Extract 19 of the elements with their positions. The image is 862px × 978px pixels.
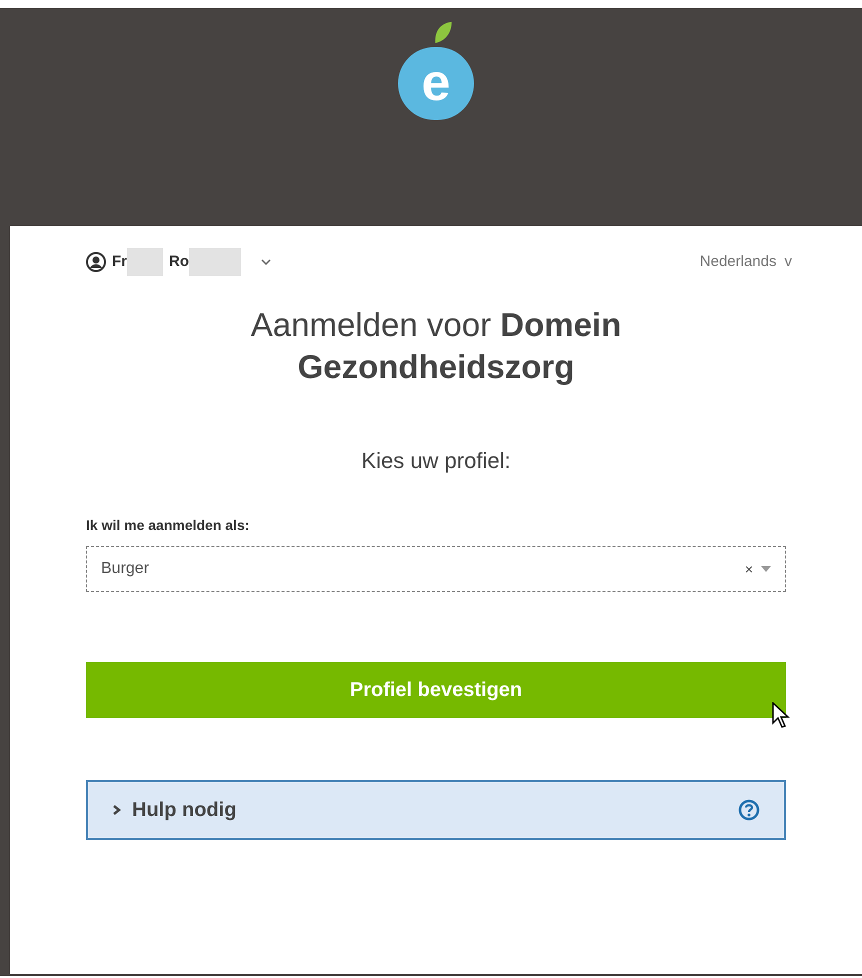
language-selector[interactable]: Nederlands v [700,250,792,274]
help-icon [738,799,760,821]
page-title: Aanmelden voor Domein Gezondheidszorg [250,305,622,387]
subheading: Kies uw profiel: [360,447,512,475]
user-menu[interactable]: Fr Ro [86,248,271,276]
help-toggle[interactable]: Hulp nodig [86,780,786,840]
user-avatar-icon [86,252,106,272]
clear-button[interactable]: × [744,558,753,580]
field-label: Ik wil me aanmelden als: [86,516,250,535]
logo-badge: e [398,46,474,120]
chevron-down-icon [261,259,271,265]
redaction-block [127,248,163,276]
redaction-block [189,248,241,276]
chevron-right-icon [112,804,122,816]
user-name: Fr [112,252,127,272]
user-name: Ro [169,252,189,272]
profile-select[interactable]: Burger × [86,546,786,592]
mouse-cursor-icon [772,702,792,730]
dropdown-arrow-icon [761,566,771,572]
